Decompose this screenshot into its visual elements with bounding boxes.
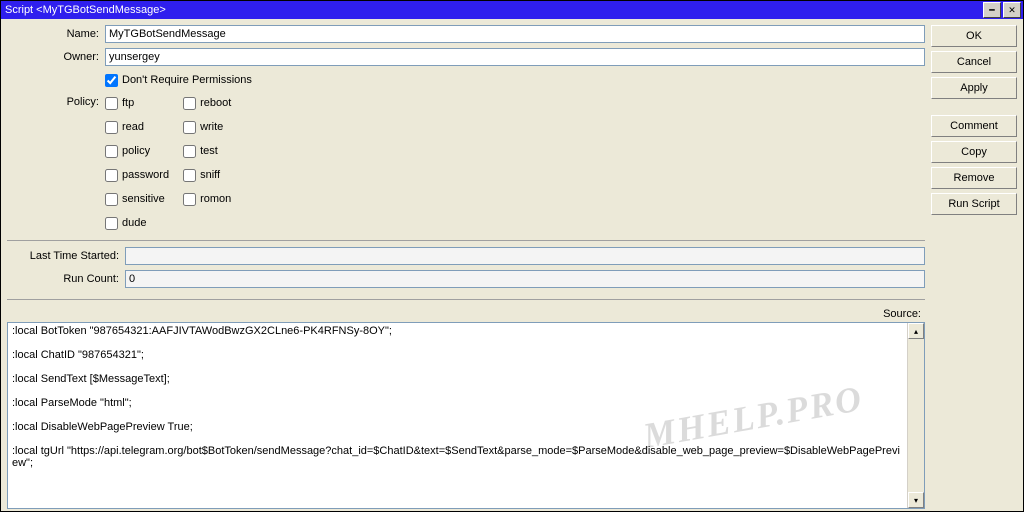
policy-write[interactable]: write [183, 118, 231, 136]
scroll-up-icon[interactable]: ▴ [908, 323, 924, 339]
owner-label: Owner: [7, 51, 105, 63]
policy-read[interactable]: read [105, 118, 169, 136]
policy-dude-input[interactable] [105, 217, 118, 230]
laststart-label: Last Time Started: [7, 250, 125, 262]
script-dialog: Script <MyTGBotSendMessage> ━ ✕ Name: Ow… [0, 0, 1024, 512]
policy-sniff-label: sniff [200, 169, 220, 181]
policy-dude[interactable]: dude [105, 214, 169, 232]
owner-input[interactable] [105, 48, 925, 66]
policy-policy-label: policy [122, 145, 150, 157]
scrollbar[interactable]: ▴ ▾ [907, 323, 924, 508]
policy-reboot[interactable]: reboot [183, 94, 231, 112]
form-area: Name: Owner: Don't Require Permissions P… [7, 25, 925, 509]
source-textarea[interactable] [8, 323, 907, 508]
cancel-button[interactable]: Cancel [931, 51, 1017, 73]
policy-sniff[interactable]: sniff [183, 166, 231, 184]
policy-write-label: write [200, 121, 223, 133]
policy-dude-label: dude [122, 217, 146, 229]
dont-require-input[interactable] [105, 74, 118, 87]
policy-password-label: password [122, 169, 169, 181]
policy-col1: ftp read policy password sensitive dude [105, 94, 169, 232]
name-input[interactable] [105, 25, 925, 43]
dont-require-label: Don't Require Permissions [122, 74, 252, 86]
policy-sensitive-label: sensitive [122, 193, 165, 205]
policy-sensitive[interactable]: sensitive [105, 190, 169, 208]
source-wrap: ▴ ▾ MHELP.PRO [7, 322, 925, 509]
policy-read-label: read [122, 121, 144, 133]
remove-button[interactable]: Remove [931, 167, 1017, 189]
policy-reboot-input[interactable] [183, 97, 196, 110]
policy-policy-input[interactable] [105, 145, 118, 158]
runcount-label: Run Count: [7, 273, 125, 285]
policy-test-label: test [200, 145, 218, 157]
scroll-down-icon[interactable]: ▾ [908, 492, 924, 508]
titlebar[interactable]: Script <MyTGBotSendMessage> ━ ✕ [1, 1, 1023, 19]
apply-button[interactable]: Apply [931, 77, 1017, 99]
button-column: OK Cancel Apply Comment Copy Remove Run … [931, 25, 1017, 509]
run-script-button[interactable]: Run Script [931, 193, 1017, 215]
policy-ftp-input[interactable] [105, 97, 118, 110]
window-title: Script <MyTGBotSendMessage> [3, 4, 981, 16]
close-icon[interactable]: ✕ [1003, 2, 1021, 18]
separator2 [7, 299, 925, 300]
name-label: Name: [7, 28, 105, 40]
policy-test[interactable]: test [183, 142, 231, 160]
runcount-field [125, 270, 925, 288]
policy-romon[interactable]: romon [183, 190, 231, 208]
policy-policy[interactable]: policy [105, 142, 169, 160]
dialog-body: Name: Owner: Don't Require Permissions P… [1, 19, 1023, 511]
policy-test-input[interactable] [183, 145, 196, 158]
policy-ftp-label: ftp [122, 97, 134, 109]
copy-button[interactable]: Copy [931, 141, 1017, 163]
laststart-field [125, 247, 925, 265]
policy-password[interactable]: password [105, 166, 169, 184]
policy-password-input[interactable] [105, 169, 118, 182]
policy-reboot-label: reboot [200, 97, 231, 109]
minimize-icon[interactable]: ━ [983, 2, 1001, 18]
comment-button[interactable]: Comment [931, 115, 1017, 137]
policy-romon-label: romon [200, 193, 231, 205]
policy-read-input[interactable] [105, 121, 118, 134]
policy-write-input[interactable] [183, 121, 196, 134]
dont-require-checkbox[interactable]: Don't Require Permissions [105, 71, 252, 89]
source-label: Source: [7, 308, 925, 320]
policy-sniff-input[interactable] [183, 169, 196, 182]
policy-romon-input[interactable] [183, 193, 196, 206]
ok-button[interactable]: OK [931, 25, 1017, 47]
policy-col2: reboot write test sniff romon [183, 94, 231, 232]
policy-label: Policy: [7, 94, 105, 232]
separator [7, 240, 925, 241]
policy-ftp[interactable]: ftp [105, 94, 169, 112]
policy-sensitive-input[interactable] [105, 193, 118, 206]
